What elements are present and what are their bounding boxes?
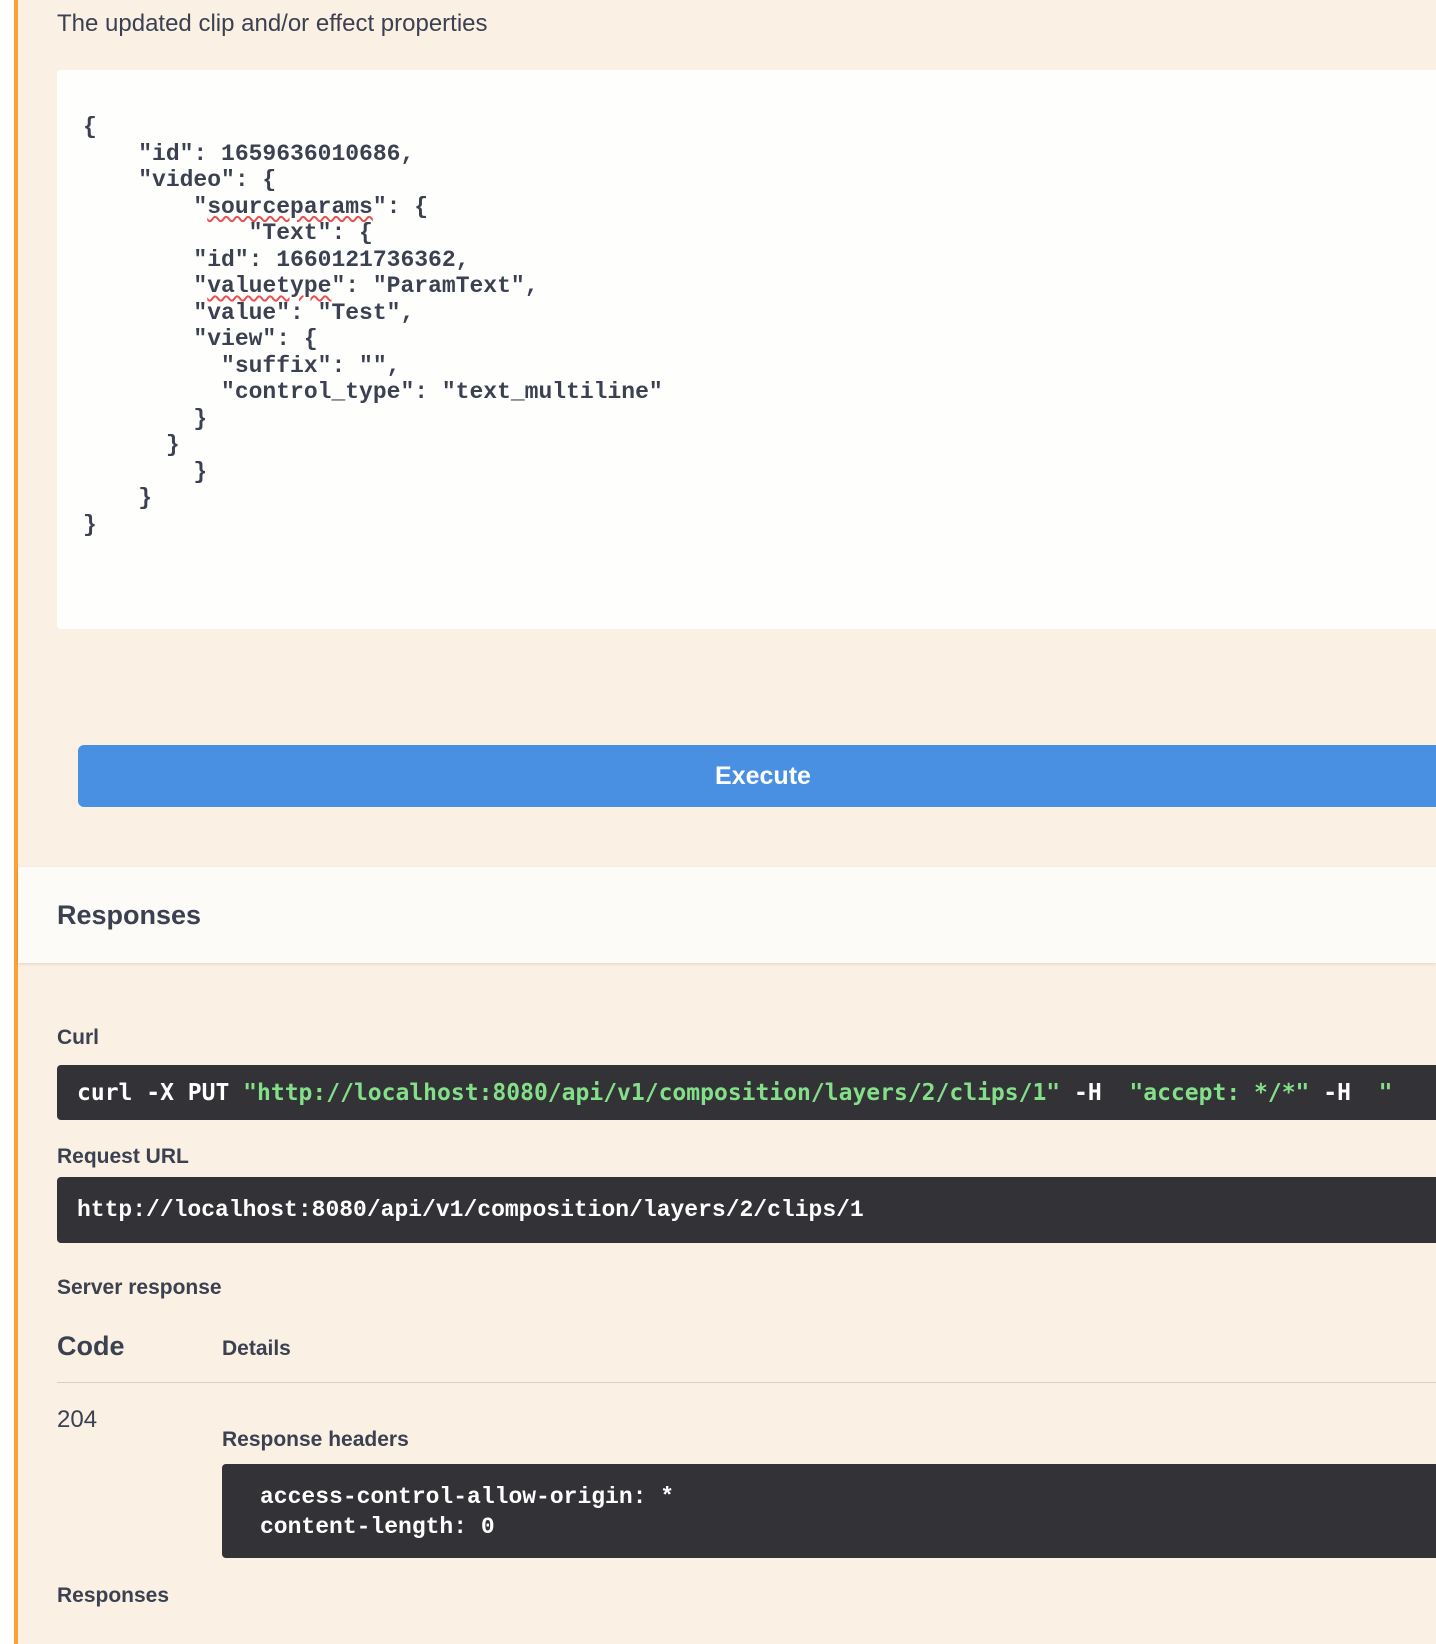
request-url-block: http://localhost:8080/api/v1/composition… [57, 1177, 1436, 1243]
execute-button[interactable]: Execute [78, 745, 1436, 807]
response-headers-block: access-control-allow-origin: *content-le… [222, 1464, 1436, 1558]
server-response-label: Server response [57, 1275, 1436, 1301]
curl-label: Curl [57, 1025, 1436, 1051]
response-headers-title: Response headers [222, 1407, 1436, 1453]
responses-header-title: Responses [57, 900, 201, 931]
server-response-row: 204 Response headers access-control-allo… [57, 1407, 1436, 1558]
responses-doc-title: Responses [57, 1583, 1436, 1609]
response-status-code: 204 [57, 1407, 222, 1558]
request-body-json[interactable]: { "id": 1659636010686, "video": { "sourc… [57, 70, 1436, 538]
request-body-editor[interactable]: { "id": 1659636010686, "video": { "sourc… [57, 70, 1436, 629]
execute-button-label: Execute [715, 762, 811, 790]
request-url-label: Request URL [57, 1144, 1436, 1170]
table-head-divider [57, 1382, 1436, 1383]
code-column-header: Code [57, 1331, 222, 1362]
curl-command[interactable]: curl -X PUT "http://localhost:8080/api/v… [57, 1065, 1436, 1120]
details-column-header: Details [222, 1337, 291, 1361]
request-url-value: http://localhost:8080/api/v1/composition… [77, 1197, 864, 1223]
response-details-cell: Response headers access-control-allow-or… [222, 1407, 1436, 1558]
request-body-description: The updated clip and/or effect propertie… [18, 0, 1436, 38]
opblock-body: The updated clip and/or effect propertie… [18, 0, 1436, 1644]
swagger-put-operation-panel: The updated clip and/or effect propertie… [0, 0, 1436, 1644]
responses-inner: Curl curl -X PUT "http://localhost:8080/… [18, 1025, 1436, 1609]
responses-section-header: Responses [18, 867, 1436, 963]
server-response-table-head: Code Details [57, 1331, 1436, 1361]
